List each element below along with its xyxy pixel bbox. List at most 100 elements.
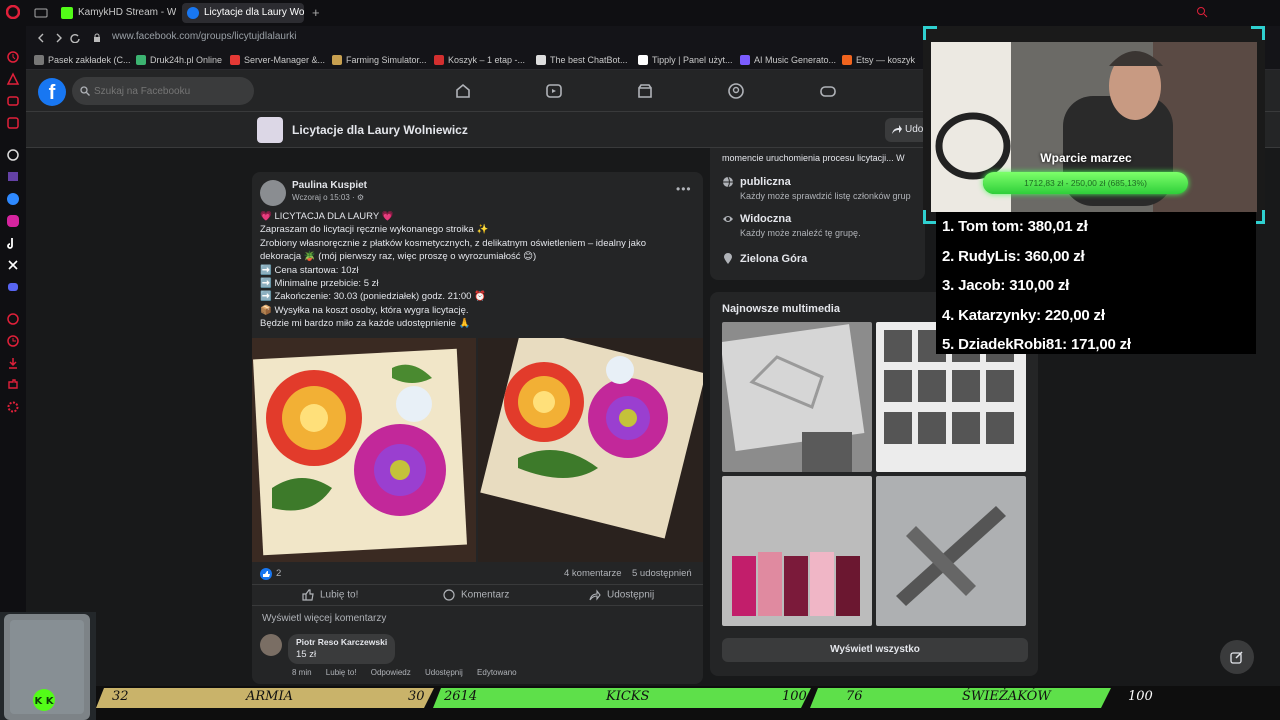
search-input[interactable] [94,77,250,105]
reload-icon[interactable] [70,33,80,43]
video-icon[interactable] [545,82,563,100]
comment-share-link[interactable]: Udostępnij [425,668,463,677]
group-thumbnail[interactable] [257,117,283,143]
kick-icon [61,7,73,19]
kicks-goal: 100 [782,689,807,704]
forward-icon[interactable] [54,33,64,43]
facebook-logo[interactable]: f [38,78,66,106]
comment-time[interactable]: 8 min [292,668,312,677]
back-icon[interactable] [36,33,46,43]
stream-stats-bar: 32 ARMIA 30 2614 KICKS 100 76 ŚWIEŻAKÓW … [96,686,1280,720]
goal-amount: 1712,83 zł - 250,00 zł (685,13%) [1024,178,1147,188]
gaming-icon[interactable] [819,82,837,100]
eye-icon [722,213,734,225]
tab-kamykhd-stream[interactable]: KamykHD Stream - W [56,3,176,23]
tab-licytacje[interactable]: Licytacje dla Laury Wolnie [182,3,304,23]
share-icon [589,589,601,601]
comment-bubble-icon [443,589,455,601]
tiktok-icon[interactable] [6,236,20,250]
like-button[interactable]: Lubię to! [302,589,358,601]
search-box[interactable] [72,77,254,105]
bookmark-label: Koszyk – 1 etap -... [448,55,526,65]
clock-icon[interactable] [6,334,20,348]
instagram-icon[interactable] [6,214,20,228]
post-line: 📦 Wysyłka na koszt osoby, która wygra li… [260,304,469,316]
media-thumbnail[interactable] [722,322,872,472]
reactions-count[interactable]: 2 [276,568,281,579]
bookmark-item[interactable]: Pasek zakładek (C... [34,53,131,67]
post-line: Będzie mi bardzo miło za każde udostępni… [260,318,471,330]
groups-icon[interactable] [727,82,745,100]
view-more-comments[interactable]: Wyświetl więcej komentarzy [262,613,386,624]
globe-icon [722,176,734,188]
downloads-icon[interactable] [6,356,20,370]
comment-like-link[interactable]: Lubię to! [326,668,357,677]
comment-bubble: Piotr Reso Karczewski 15 zł [288,634,396,664]
x-icon[interactable] [6,258,20,272]
opera-logo-icon[interactable] [6,5,20,19]
comment-reply-link[interactable]: Odpowiedz [371,668,411,677]
comment-author[interactable]: Piotr Reso Karczewski [296,637,387,647]
post-text: 💗 LICYTACJA DLA LAURY 💗 Zapraszam do lic… [260,210,690,331]
recent-media-title: Najnowsze multimedia [722,303,840,315]
comment-meta: 8 min Lubię to! Odpowiedz Udostępnij Edy… [292,668,529,677]
post-time[interactable]: Wczoraj o 15:03 · ⚙ [292,193,364,202]
donor-entry: 2. RudyLis: 360,00 zł [942,248,1085,265]
share-button[interactable]: Udostępnij [589,589,654,601]
twitch-icon[interactable] [6,170,20,184]
comments-count[interactable]: 4 komentarze [564,568,622,579]
marketplace-icon[interactable] [636,82,654,100]
home-icon[interactable] [454,82,472,100]
bookmark-item[interactable]: Koszyk – 1 etap -... [434,53,525,67]
wallet-icon[interactable] [6,116,20,130]
post-photo[interactable] [478,338,703,562]
settings-gear-icon[interactable] [6,400,20,414]
new-tab-button[interactable]: + [312,5,320,20]
discord-icon[interactable] [6,280,20,294]
media-thumbnail[interactable] [722,476,872,626]
kicks-label: KICKS [606,689,650,704]
swiezakow-label: ŚWIEŻAKÓW [962,689,1051,704]
bookmark-item[interactable]: Druk24h.pl Online [136,53,222,67]
bookmark-item[interactable]: Etsy — koszyk [842,53,915,67]
donor-entry: 3. Jacob: 310,00 zł [942,277,1070,294]
share-label: Udostępnij [607,589,655,601]
extensions-icon[interactable] [6,378,20,392]
bookmark-label: Server-Manager &... [244,55,326,65]
aria-icon[interactable] [6,72,20,86]
media-thumbnail[interactable] [876,476,1026,626]
bookmark-item[interactable]: AI Music Generato... [740,53,836,67]
shares-count[interactable]: 5 udostępnień [632,568,692,579]
bookmark-item[interactable]: Farming Simulator... [332,53,427,67]
see-all-media-button[interactable]: Wyświetl wszystko [722,638,1028,662]
workspaces-icon[interactable] [6,94,20,108]
post-line: ➡️ Minimalne przebicie: 5 zł [260,278,379,290]
post-photo[interactable] [252,338,476,562]
tab-strip: KamykHD Stream - W Licytacje dla Laury W… [26,0,1280,26]
player-icon[interactable] [6,312,20,326]
location[interactable]: Zielona Góra [740,253,807,265]
post-line: Zrobiony własnoręcznie z płatków kosmety… [260,237,646,249]
bookmark-item[interactable]: Tipply | Panel użyt... [638,53,733,67]
post-author[interactable]: Paulina Kuspiet [292,180,367,191]
facebook-favicon-icon [187,7,199,19]
chatgpt-icon[interactable] [6,148,20,162]
armia-goal: 30 [408,689,425,704]
tab-label: KamykHD Stream - W [78,7,176,18]
history-icon[interactable] [6,50,20,64]
tab-menu-icon[interactable] [34,6,48,20]
visibility-title: Widoczna [740,213,792,225]
address-input[interactable]: www.facebook.com/groups/licytujdlalaurki [112,31,297,42]
bookmark-label: Etsy — koszyk [856,55,916,65]
lock-icon [92,33,102,43]
messenger-icon[interactable] [6,192,20,206]
group-name[interactable]: Licytacje dla Laury Wolniewicz [292,123,468,137]
bookmark-item[interactable]: The best ChatBot... [536,53,628,67]
author-avatar[interactable] [260,180,286,206]
bookmark-item[interactable]: Server-Manager &... [230,53,325,67]
comment-button[interactable]: Komentarz [443,589,509,601]
new-message-button[interactable] [1220,640,1254,674]
commenter-avatar[interactable] [260,634,282,656]
post-more-options[interactable]: ••• [676,182,692,196]
search-tabs-icon[interactable] [1196,6,1208,18]
